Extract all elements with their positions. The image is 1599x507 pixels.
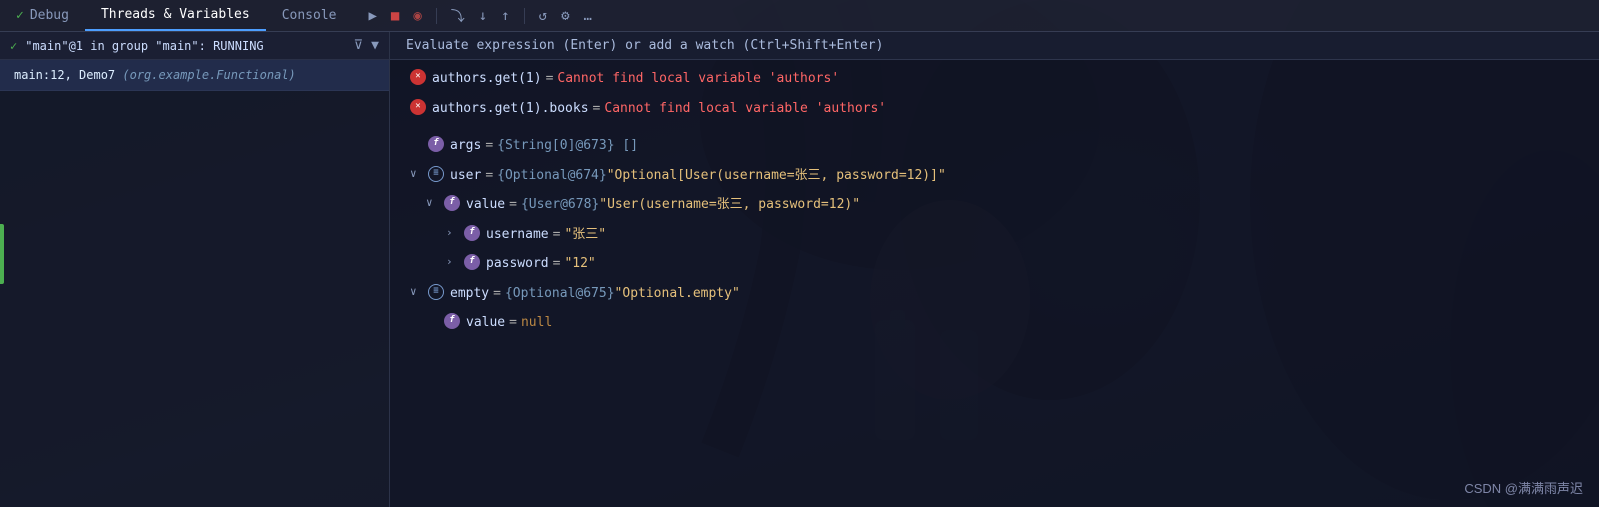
tab-console-label: Console — [282, 8, 337, 23]
var-row: › f username = "张三" — [390, 220, 1599, 250]
var-value-username: "张三" — [564, 225, 606, 245]
var-value-args: {String[0]@673} [] — [497, 136, 638, 156]
eval-label: Evaluate expression (Enter) or add a wat… — [406, 38, 883, 53]
error-icon-1: ✕ — [410, 69, 426, 85]
var-name-args: args — [450, 136, 481, 156]
stop-icon[interactable]: ■ — [387, 6, 403, 26]
var-row: ∨ ≡ empty = {Optional@675} "Optional.emp… — [390, 279, 1599, 309]
tab-debug-label: Debug — [30, 8, 69, 23]
var-value-value: {User@678} — [521, 195, 599, 215]
var-list: ✕ authors.get(1) = Cannot find local var… — [390, 60, 1599, 342]
var-name-password: password — [486, 254, 549, 274]
var-value-null: null — [521, 313, 552, 333]
watermark: CSDN @满满雨声迟 — [1464, 478, 1583, 497]
var-row: ∨ ≡ user = {Optional@674} "Optional[User… — [390, 161, 1599, 191]
var-value-user-str: "Optional[User(username=张三, password=12)… — [607, 166, 946, 186]
var-value-empty: {Optional@675} — [505, 284, 615, 304]
var-row: › f args = {String[0]@673} [] — [390, 131, 1599, 161]
var-value-password: "12" — [564, 254, 595, 274]
var-op-2: = — [593, 99, 601, 119]
step-over-icon[interactable]: ⤵ — [447, 4, 469, 28]
frame-class: (org.example.Functional) — [122, 68, 295, 82]
tab-threads-label: Threads & Variables — [101, 7, 250, 22]
var-op-1: = — [546, 69, 554, 89]
var-row: › f password = "12" — [390, 249, 1599, 279]
frame-text: main:12, Demo7 (org.example.Functional) — [14, 68, 296, 82]
content-area: ✓ "main"@1 in group "main": RUNNING ⊽ ▼ … — [0, 32, 1599, 507]
separator-1 — [436, 8, 437, 24]
expand-value-icon[interactable]: ∨ — [426, 195, 438, 212]
separator-2 — [524, 8, 525, 24]
check-icon: ✓ — [16, 8, 24, 23]
resume-icon[interactable]: ▶ — [364, 6, 380, 26]
frame-item[interactable]: main:12, Demo7 (org.example.Functional) — [0, 60, 389, 91]
list-icon-user: ≡ — [428, 166, 444, 182]
var-row: ∨ f value = {User@678} "User(username=张三… — [390, 190, 1599, 220]
f-icon-null: f — [444, 313, 460, 329]
var-value-empty-str: "Optional.empty" — [615, 284, 740, 304]
frame-location: main:12, Demo7 — [14, 68, 122, 82]
step-into-icon[interactable]: ↓ — [475, 6, 491, 26]
tab-threads[interactable]: Threads & Variables — [85, 0, 266, 31]
var-row: › f value = null — [390, 308, 1599, 338]
var-op-null: = — [509, 313, 517, 333]
var-op-password: = — [553, 254, 561, 274]
debug-toolbar: ▶ ■ ◉ ⤵ ↓ ↑ ↺ ⚙ … — [352, 4, 608, 28]
var-op-value: = — [509, 195, 517, 215]
var-name-user: user — [450, 166, 481, 186]
tab-debug[interactable]: ✓ Debug — [0, 0, 85, 31]
var-op-args: = — [485, 136, 493, 156]
tab-console[interactable]: Console — [266, 0, 353, 31]
watermark-text: CSDN @满满雨声迟 — [1464, 481, 1583, 496]
var-op-user: = — [485, 166, 493, 186]
expand-empty-icon[interactable]: ∨ — [410, 284, 422, 301]
filter-icon[interactable]: ⊽ — [354, 38, 364, 53]
f-icon-args: f — [428, 136, 444, 152]
var-name-null: value — [466, 313, 505, 333]
thread-selector[interactable]: ✓ "main"@1 in group "main": RUNNING ⊽ ▼ — [0, 32, 389, 60]
var-name-empty: empty — [450, 284, 489, 304]
running-check-icon: ✓ — [10, 39, 17, 53]
var-name-1: authors.get(1) — [432, 69, 542, 89]
var-name-username: username — [486, 225, 549, 245]
f-icon-username: f — [464, 225, 480, 241]
restart-icon[interactable]: ↺ — [535, 6, 551, 26]
left-panel: ✓ "main"@1 in group "main": RUNNING ⊽ ▼ … — [0, 32, 390, 507]
var-row: ✕ authors.get(1).books = Cannot find loc… — [390, 94, 1599, 124]
eval-bar[interactable]: Evaluate expression (Enter) or add a wat… — [390, 32, 1599, 60]
error-icon-2: ✕ — [410, 99, 426, 115]
list-icon-empty: ≡ — [428, 284, 444, 300]
var-error-2: Cannot find local variable 'authors' — [604, 99, 886, 119]
f-icon-value: f — [444, 195, 460, 211]
var-error-1: Cannot find local variable 'authors' — [557, 69, 839, 89]
expand-username-icon[interactable]: › — [446, 225, 458, 242]
thread-label: "main"@1 in group "main": RUNNING — [25, 39, 263, 53]
var-op-empty: = — [493, 284, 501, 304]
f-icon-password: f — [464, 254, 480, 270]
var-row: ✕ authors.get(1) = Cannot find local var… — [390, 64, 1599, 94]
expand-user-icon[interactable]: ∨ — [410, 166, 422, 183]
var-name-value: value — [466, 195, 505, 215]
right-panel[interactable]: Evaluate expression (Enter) or add a wat… — [390, 32, 1599, 507]
var-name-2: authors.get(1).books — [432, 99, 589, 119]
var-value-value-str: "User(username=张三, password=12)" — [599, 195, 860, 215]
var-op-username: = — [553, 225, 561, 245]
tab-bar: ✓ Debug Threads & Variables Console — [0, 0, 352, 31]
var-value-user: {Optional@674} — [497, 166, 607, 186]
left-accent — [0, 224, 4, 284]
spacer-1 — [390, 123, 1599, 131]
dropdown-arrow-icon[interactable]: ▼ — [371, 38, 379, 53]
mute-icon[interactable]: ◉ — [409, 6, 425, 26]
more-icon[interactable]: … — [580, 6, 596, 26]
settings-icon[interactable]: ⚙ — [557, 6, 573, 26]
expand-password-icon[interactable]: › — [446, 254, 458, 271]
step-out-icon[interactable]: ↑ — [497, 6, 513, 26]
toolbar: ✓ Debug Threads & Variables Console ▶ ■ … — [0, 0, 1599, 32]
